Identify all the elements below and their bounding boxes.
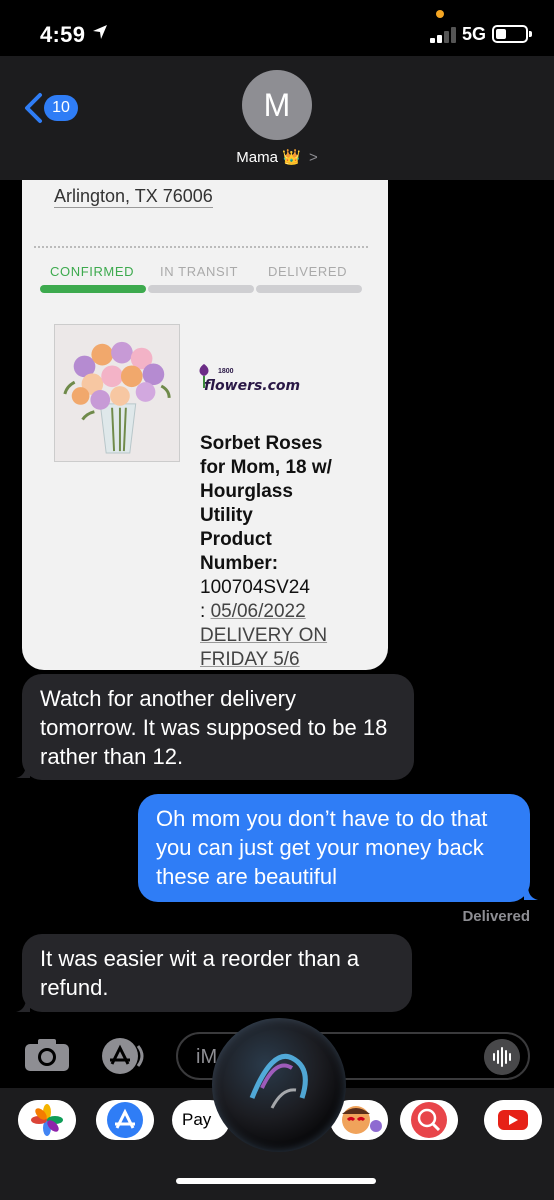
back-chevron-icon[interactable] bbox=[22, 92, 44, 124]
contact-name: Mama bbox=[236, 149, 278, 166]
status-bar: 4:59 5G bbox=[0, 0, 554, 60]
app-store-icon[interactable] bbox=[98, 1036, 150, 1076]
youtube-app-icon[interactable] bbox=[484, 1100, 542, 1140]
siri-orb bbox=[212, 1018, 346, 1152]
crown-emoji: 👑 bbox=[282, 149, 301, 166]
step-delivered: DELIVERED bbox=[268, 264, 348, 279]
delivery-line: DELIVERY ON bbox=[200, 625, 328, 646]
siri-waveform-icon bbox=[249, 1054, 308, 1109]
delivered-status: Delivered bbox=[462, 908, 530, 925]
shipping-address: Arlington, TX 76006 bbox=[54, 186, 213, 208]
battery-icon bbox=[492, 25, 532, 43]
privacy-indicator bbox=[436, 10, 444, 18]
progress-delivered-bar bbox=[256, 285, 362, 293]
apple-pay-label: Pay bbox=[182, 1110, 212, 1129]
conversation-header: 10 M Mama 👑 > bbox=[0, 56, 554, 180]
brand-name: flowers.com bbox=[204, 378, 301, 394]
cell-signal-icon bbox=[430, 26, 456, 43]
product-number: 100704SV24 bbox=[200, 577, 310, 598]
message-bubble-incoming[interactable]: It was easier wit a reorder than a refun… bbox=[22, 934, 412, 1012]
camera-icon[interactable] bbox=[24, 1038, 70, 1072]
photos-app-icon[interactable] bbox=[18, 1100, 76, 1140]
dotted-divider bbox=[34, 246, 368, 248]
clock: 4:59 bbox=[40, 22, 86, 47]
progress-confirmed-bar bbox=[40, 285, 146, 293]
avatar[interactable]: M bbox=[242, 70, 312, 140]
progress-transit-bar bbox=[148, 285, 254, 293]
product-line: Number: bbox=[200, 553, 279, 574]
location-arrow-icon bbox=[93, 25, 107, 39]
message-bubble-incoming[interactable]: Watch for another delivery tomorrow. It … bbox=[22, 674, 414, 780]
delivery-date: 05/06/2022 bbox=[210, 601, 306, 622]
message-bubble-outgoing[interactable]: Oh mom you don’t have to do that you can… bbox=[138, 794, 530, 902]
product-line: for Mom, 18 w/ bbox=[200, 457, 332, 478]
product-line: Product bbox=[200, 529, 272, 550]
order-receipt-image[interactable]: Arlington, TX 76006 CONFIRMED IN TRANSIT… bbox=[22, 180, 388, 670]
delivery-line: FRIDAY 5/6 bbox=[200, 649, 300, 670]
unread-count-badge[interactable]: 10 bbox=[44, 95, 78, 121]
brand-number: 1800 bbox=[218, 368, 234, 375]
audio-waveform-icon[interactable] bbox=[484, 1039, 520, 1075]
chevron-right-icon: > bbox=[308, 149, 318, 166]
product-line: Utility bbox=[200, 505, 253, 526]
network-type: 5G bbox=[462, 24, 487, 44]
app-store-app-icon[interactable] bbox=[96, 1100, 154, 1140]
product-line: Hourglass bbox=[200, 481, 293, 502]
date-prefix: : bbox=[200, 601, 211, 622]
search-web-app-icon[interactable] bbox=[400, 1100, 458, 1140]
product-details: Sorbet Roses for Mom, 18 w/ Hourglass Ut… bbox=[200, 432, 380, 670]
flower-bouquet-image bbox=[54, 324, 180, 462]
step-confirmed: CONFIRMED bbox=[50, 264, 135, 279]
product-line: Sorbet Roses bbox=[200, 433, 323, 454]
contact-name-row[interactable]: Mama 👑 > bbox=[0, 148, 554, 166]
home-indicator[interactable] bbox=[176, 1178, 376, 1184]
step-in-transit: IN TRANSIT bbox=[160, 264, 238, 279]
